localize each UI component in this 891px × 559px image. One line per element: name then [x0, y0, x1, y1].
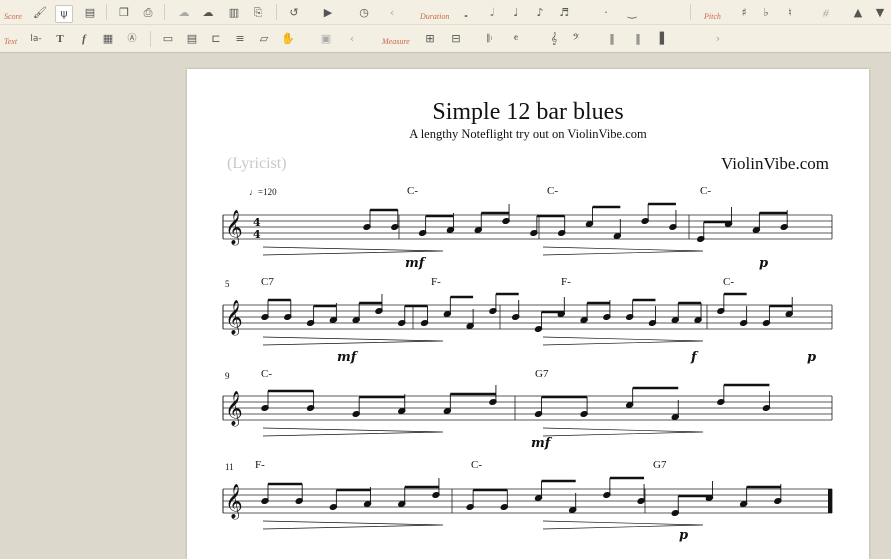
natural-icon[interactable]: ♮	[782, 5, 798, 21]
whole-note-icon[interactable]: 𝅝	[458, 7, 474, 23]
score-page[interactable]: Simple 12 bar blues A lengthy Noteflight…	[187, 69, 869, 559]
dynamic-marking: p	[679, 528, 688, 543]
indent-icon[interactable]: ⊏	[208, 31, 224, 47]
music-notation[interactable]: 𝄞mf p𝄞mf f p𝄞mf𝄞p44	[187, 69, 869, 559]
hairpin	[262, 520, 444, 530]
toolbar-label-duration: Duration	[420, 12, 450, 21]
toolbar-label-text: Text	[4, 37, 18, 46]
play-icon[interactable]: ▶	[320, 5, 336, 21]
treble-clef: 𝄞	[225, 391, 243, 427]
layout-icon[interactable]: ▭	[160, 31, 176, 47]
treble-clef: 𝄞	[225, 210, 243, 246]
toolbar: Score 🖌 ψ ▤ ❐ ⎙ ☁ ☁ ▥ ⎘ ↺ ▶ ◷ ‹ Duration…	[0, 0, 891, 53]
dynamic-marking: f	[690, 350, 699, 365]
toolbar-row-score: Score 🖌 ψ ▤ ❐ ⎙ ☁ ☁ ▥ ⎘ ↺ ▶ ◷ ‹ Duration…	[0, 0, 891, 25]
barline-icon[interactable]: ‖	[604, 31, 620, 47]
sharp-icon[interactable]: ♯	[736, 5, 752, 21]
toolbar-row-text: Text la- T f ▦ Ⓐ ▭ ▤ ⊏ ≡ ▱ ✋ ▣ ‹ Measure…	[0, 27, 891, 51]
remove-measure-icon[interactable]: ⊟	[448, 31, 464, 47]
image-icon[interactable]: ▣	[318, 31, 334, 47]
export-icon[interactable]: ⎘	[250, 5, 266, 21]
down-arrow-icon[interactable]: ▼	[872, 5, 888, 21]
toolbar-label-measure: Measure	[382, 37, 410, 46]
note-icon[interactable]: ▱	[256, 31, 272, 47]
toolbar-label-score: Score	[4, 12, 22, 21]
dynamic-marking: mf	[531, 436, 553, 451]
chord-grid-icon[interactable]: ▦	[100, 31, 116, 47]
dynamic-marking: mf	[405, 256, 427, 271]
toolbar-label-pitch: Pitch	[704, 12, 721, 21]
paintbrush-icon[interactable]: 🖌	[32, 5, 48, 21]
measure-next-arrow[interactable]: ›	[710, 31, 726, 47]
hairpin	[542, 246, 704, 256]
cloud-download-icon[interactable]: ☁	[200, 5, 216, 21]
dot-icon[interactable]: ·	[598, 5, 614, 21]
cloud-icon[interactable]: ☁	[176, 5, 192, 21]
text-box-icon[interactable]: Ⓐ	[124, 31, 140, 47]
half-note-icon[interactable]: 𝅗𝅥	[484, 5, 500, 21]
double-sharp-icon[interactable]: ⧣	[818, 5, 834, 21]
lines-icon[interactable]: ≡	[232, 31, 248, 47]
treble-clef: 𝄞	[225, 484, 243, 520]
history-icon[interactable]: ↺	[286, 5, 302, 21]
bass-clef-icon[interactable]: 𝄢	[568, 31, 584, 47]
measure-prev-arrow[interactable]: ‹	[344, 31, 360, 47]
print-icon[interactable]: ⎙	[140, 5, 156, 21]
treble-clef-icon[interactable]: 𝄞	[546, 31, 562, 47]
copy-icon[interactable]: ❐	[116, 5, 132, 21]
hairpin	[542, 427, 704, 437]
hairpin	[262, 246, 444, 256]
dynamic-marking: p	[807, 350, 816, 365]
up-arrow-icon[interactable]: ▲	[850, 5, 866, 21]
sixteenth-note-icon[interactable]: ♬	[556, 5, 572, 21]
add-measure-icon[interactable]: ⊞	[422, 31, 438, 47]
time-signature-icon[interactable]: 𝄴	[508, 31, 524, 47]
clock-icon[interactable]: ◷	[356, 5, 372, 21]
eighth-note-icon[interactable]: ♪	[532, 5, 548, 21]
treble-clef: 𝄞	[225, 300, 243, 336]
text-tool[interactable]: T	[52, 31, 68, 47]
repeat-icon[interactable]: 𝄆	[482, 31, 498, 47]
tie-icon[interactable]: ‿	[624, 5, 640, 21]
lyrics-tool[interactable]: la-	[28, 31, 44, 47]
pages-icon[interactable]: ▥	[226, 5, 242, 21]
hairpin	[542, 336, 704, 346]
final-barline-icon[interactable]: ▌	[656, 31, 672, 47]
header-icon[interactable]: ▤	[184, 31, 200, 47]
hairpin	[262, 336, 444, 346]
dynamic-marking: p	[759, 256, 768, 271]
duration-prev-arrow[interactable]: ‹	[384, 5, 400, 21]
hand-icon[interactable]: ✋	[280, 31, 296, 47]
double-barline-icon[interactable]: ‖	[630, 31, 646, 47]
time-signature-bottom: 4	[253, 228, 261, 241]
hairpin	[262, 427, 444, 437]
dynamic-marking: mf	[337, 350, 359, 365]
final-barline	[828, 489, 832, 513]
tuning-fork-icon[interactable]: ψ	[55, 5, 73, 23]
document-icon[interactable]: ▤	[82, 5, 98, 21]
flat-icon[interactable]: ♭	[758, 5, 774, 21]
quarter-note-icon[interactable]: ♩	[508, 5, 524, 21]
dynamics-tool[interactable]: f	[76, 31, 92, 47]
